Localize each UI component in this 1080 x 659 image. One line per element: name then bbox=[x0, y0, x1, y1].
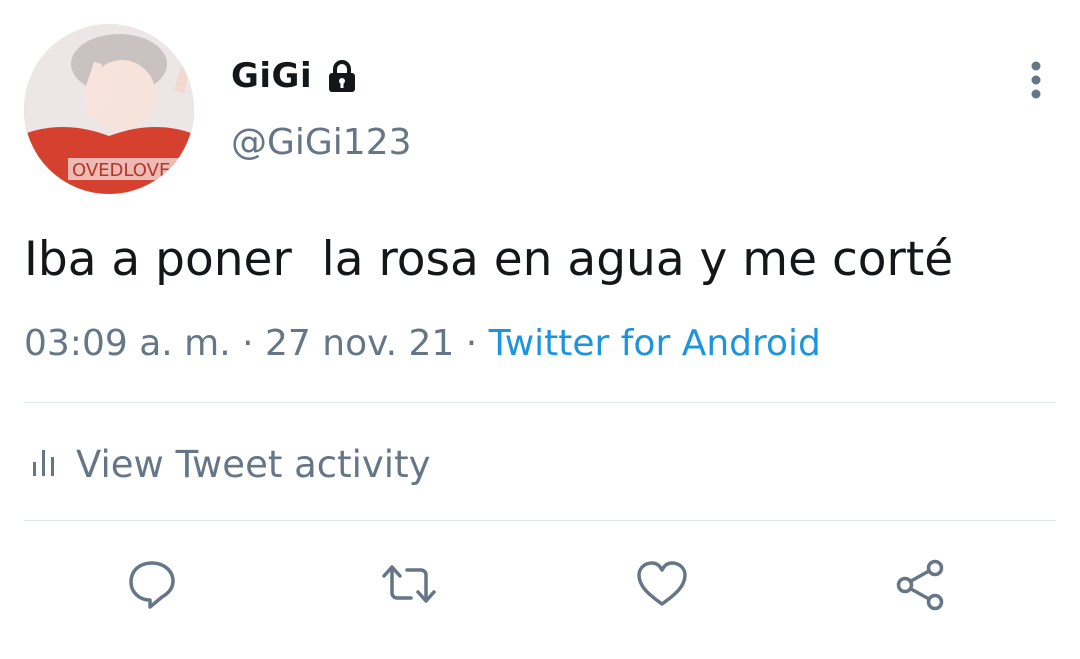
like-button[interactable] bbox=[634, 556, 690, 612]
lock-icon bbox=[324, 58, 360, 94]
more-options-icon[interactable] bbox=[1026, 60, 1046, 100]
avatar-shirt-text: OVEDLOVE bbox=[72, 160, 170, 181]
meta-separator-2: · bbox=[454, 323, 489, 364]
author-name-row: GiGi bbox=[231, 56, 360, 96]
author-handle[interactable]: @GiGi123 bbox=[231, 122, 412, 163]
tweet-source-link[interactable]: Twitter for Android bbox=[489, 323, 821, 364]
tweet-date[interactable]: 27 nov. 21 bbox=[265, 323, 454, 364]
view-tweet-activity-label: View Tweet activity bbox=[76, 442, 431, 486]
tweet-text: Iba a poner la rosa en agua y me corté bbox=[24, 232, 954, 287]
share-button[interactable] bbox=[892, 556, 948, 612]
tweet-header: OVEDLOVE GiGi @GiGi123 bbox=[24, 24, 1056, 196]
heart-icon bbox=[634, 561, 690, 616]
divider-bottom bbox=[24, 520, 1056, 521]
tweet-meta: 03:09 a. m. · 27 nov. 21 · Twitter for A… bbox=[24, 320, 821, 368]
avatar-image: OVEDLOVE bbox=[24, 24, 194, 194]
share-icon bbox=[892, 559, 948, 616]
bar-chart-icon bbox=[32, 446, 56, 482]
view-tweet-activity-button[interactable]: View Tweet activity bbox=[32, 436, 430, 492]
comment-icon bbox=[124, 561, 180, 616]
meta-separator: · bbox=[230, 323, 265, 364]
tweet-time[interactable]: 03:09 a. m. bbox=[24, 323, 231, 364]
tweet-actions-bar bbox=[0, 548, 1080, 620]
avatar[interactable]: OVEDLOVE bbox=[24, 24, 194, 194]
divider-top bbox=[24, 402, 1056, 403]
retweet-icon bbox=[378, 565, 440, 616]
retweet-button[interactable] bbox=[378, 556, 436, 612]
reply-button[interactable] bbox=[124, 556, 180, 612]
display-name[interactable]: GiGi bbox=[231, 56, 312, 96]
